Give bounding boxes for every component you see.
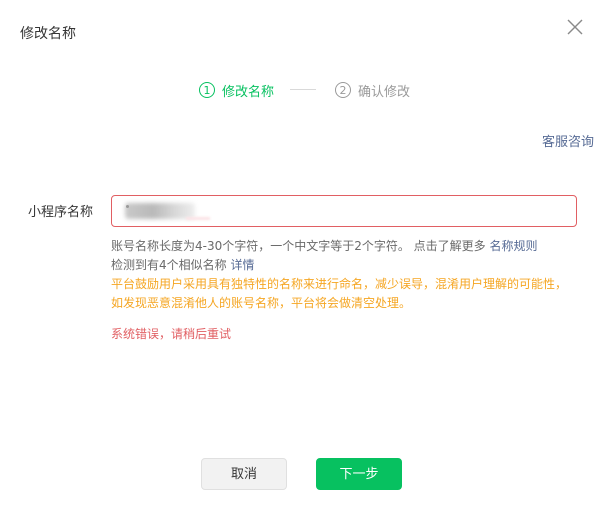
redacted-name-underline <box>186 217 210 220</box>
step-indicator: 1 修改名称 2 确认修改 <box>0 80 600 100</box>
step-connector <box>290 89 316 90</box>
similar-names-text: 检测到有4个相似名称 <box>111 258 227 272</box>
naming-warning: 平台鼓励用户采用具有独特性的名称来进行命名，减少误导，混淆用户理解的可能性，如发… <box>111 277 568 310</box>
next-step-button[interactable]: 下一步 <box>316 458 402 490</box>
similar-names-hint: 检测到有4个相似名称 详情 <box>111 256 254 275</box>
step-2: 2 确认修改 <box>335 80 410 100</box>
dialog-title: 修改名称 <box>20 26 76 42</box>
length-rule-text: 账号名称长度为4-30个字符，一个中文字等于2个字符。 点击了解更多 <box>111 239 486 253</box>
step-2-label: 确认修改 <box>358 84 411 100</box>
step-1-number: 1 <box>199 82 215 98</box>
length-rule-hint: 账号名称长度为4-30个字符，一个中文字等于2个字符。 点击了解更多 名称规则 <box>111 237 538 256</box>
similar-names-details-link[interactable]: 详情 <box>230 258 254 272</box>
cancel-button[interactable]: 取消 <box>201 458 287 490</box>
customer-service-link[interactable]: 客服咨询 <box>542 131 594 150</box>
redacted-name-dot <box>126 205 129 208</box>
system-error-message: 系统错误，请稍后重试 <box>111 327 232 341</box>
redacted-name-mask <box>125 203 195 219</box>
step-2-number: 2 <box>335 82 351 98</box>
naming-rules-link[interactable]: 名称规则 <box>490 239 538 253</box>
close-icon[interactable] <box>564 16 586 38</box>
mini-program-name-label: 小程序名称 <box>28 205 94 220</box>
step-1-label: 修改名称 <box>222 84 275 100</box>
step-1: 1 修改名称 <box>199 80 274 100</box>
